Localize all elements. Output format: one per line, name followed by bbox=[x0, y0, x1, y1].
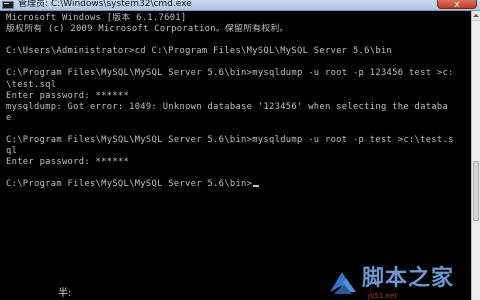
console-line: e bbox=[6, 112, 12, 123]
vertical-scrollbar[interactable] bbox=[471, 11, 480, 300]
taskbar-fragment: 半: bbox=[58, 288, 72, 299]
close-button[interactable]: x bbox=[437, 0, 477, 10]
window-title: 管理员: C:\Windows\system32\cmd.exe bbox=[18, 0, 192, 9]
console-line: Enter password: ****** bbox=[6, 90, 130, 101]
console-prompt-line[interactable]: C:\Program Files\MySQL\MySQL Server 5.6\… bbox=[6, 179, 470, 190]
text-cursor bbox=[253, 185, 260, 188]
console-line: Microsoft Windows [版本 6.1.7601] bbox=[6, 13, 187, 23]
title-bar[interactable]: 管理员: C:\Windows\system32\cmd.exe x bbox=[0, 0, 480, 11]
console-line: ql bbox=[6, 146, 18, 157]
console-line: C:\Program Files\MySQL\MySQL Server 5.6\… bbox=[6, 135, 454, 146]
arrow-up-icon[interactable] bbox=[472, 11, 480, 21]
console-line: C:\Users\Administrator>cd C:\Program Fil… bbox=[6, 46, 393, 57]
console-line: Enter password: ****** bbox=[6, 157, 130, 168]
logo-icon bbox=[330, 272, 356, 294]
console-output[interactable]: Microsoft Windows [版本 6.1.7601] 版权所有 (c)… bbox=[6, 13, 470, 300]
scrollbar-thumb[interactable] bbox=[473, 161, 479, 221]
watermark-text: 脚本之家 bbox=[362, 266, 455, 291]
console-line: \test.sql bbox=[6, 79, 57, 90]
console-prompt: C:\Program Files\MySQL\MySQL Server 5.6\… bbox=[6, 179, 253, 190]
console-line: 版权所有 (c) 2009 Microsoft Corporation。保留所有… bbox=[6, 24, 289, 35]
close-icon: x bbox=[454, 0, 460, 10]
cmd-window: 管理员: C:\Windows\system32\cmd.exe x Micro… bbox=[0, 0, 480, 300]
console-line: C:\Program Files\MySQL\MySQL Server 5.6\… bbox=[6, 68, 454, 79]
watermark-subtext: jb51.net bbox=[368, 292, 398, 300]
cmd-icon[interactable] bbox=[2, 1, 14, 9]
watermark: 脚本之家 jb51.net bbox=[328, 262, 476, 300]
console-line: mysqldump: Got error: 1049: Unknown data… bbox=[6, 101, 449, 112]
